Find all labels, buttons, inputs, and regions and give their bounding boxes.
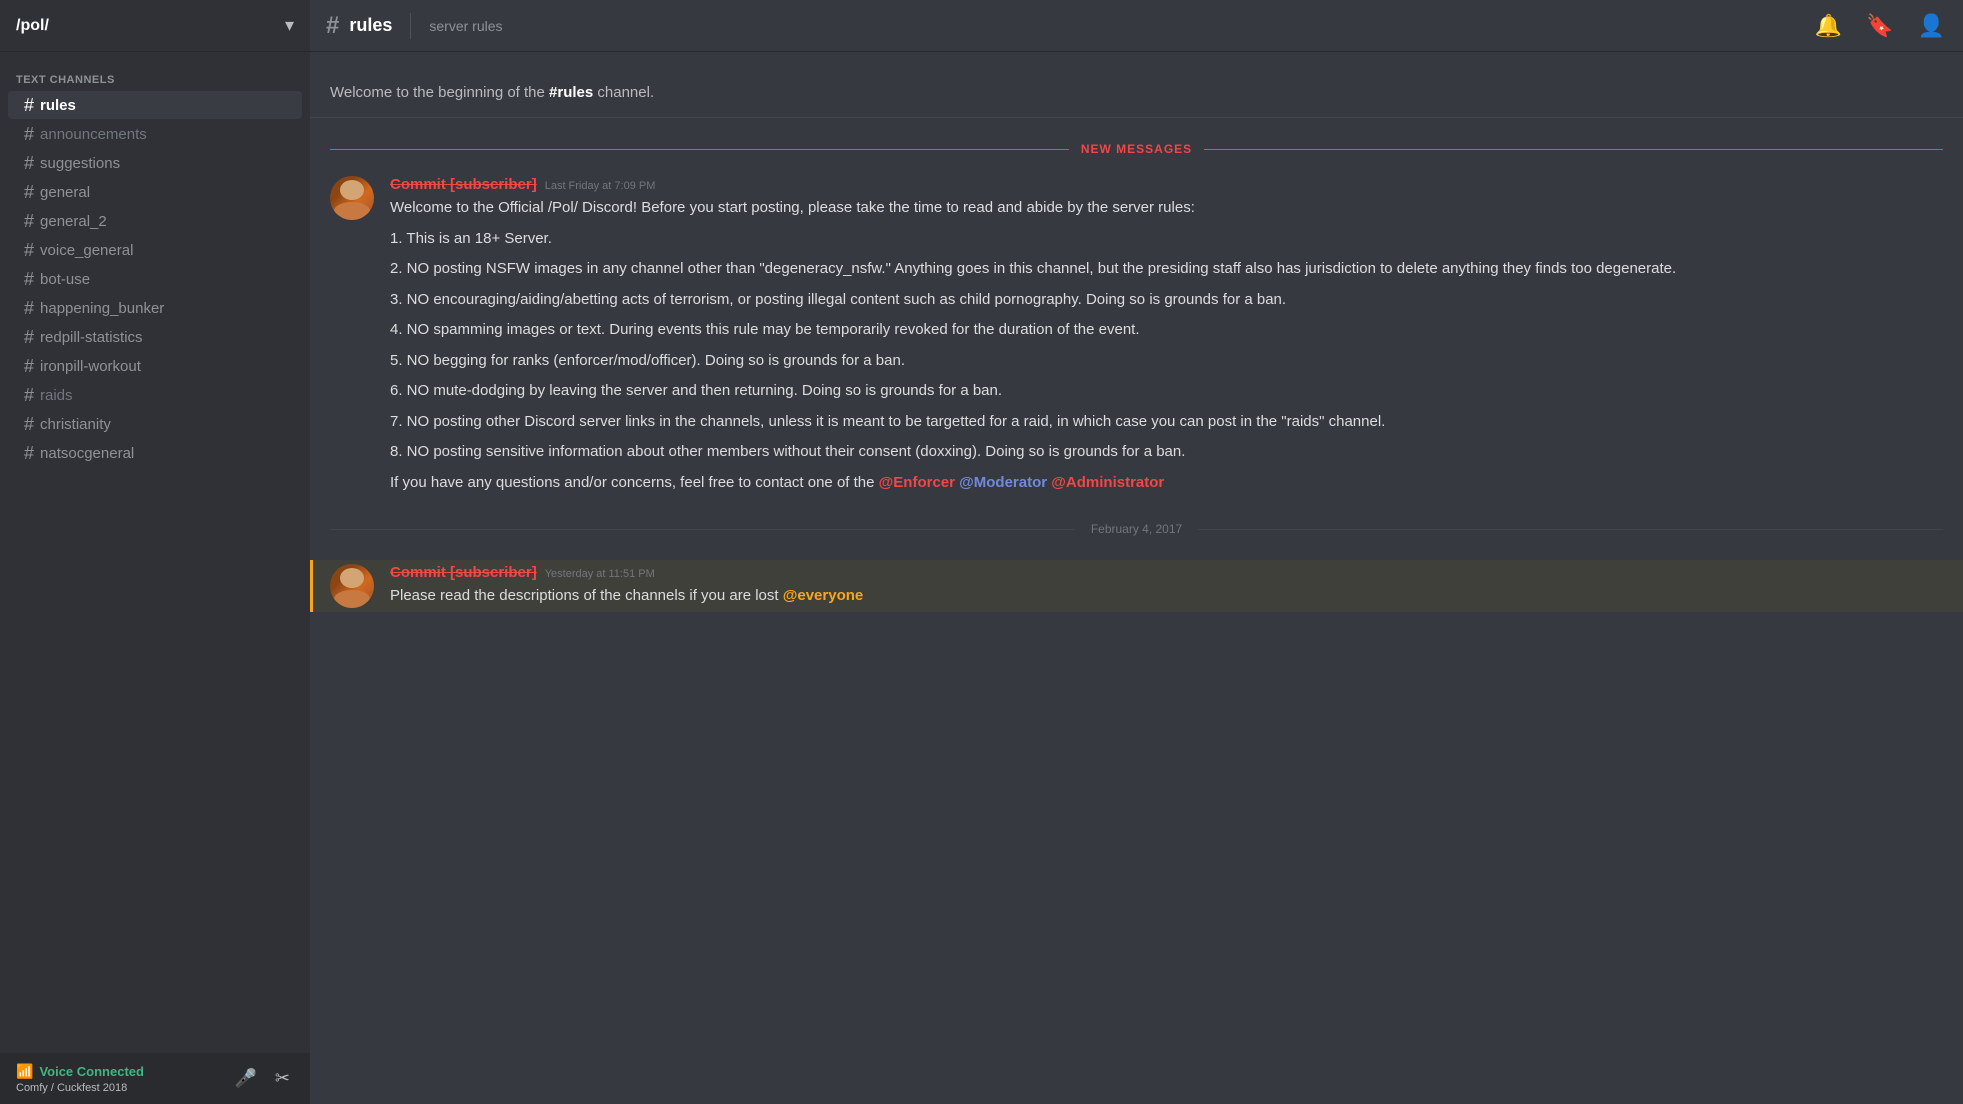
sidebar-item-natsocgeneral[interactable]: # natsocgeneral	[8, 439, 302, 467]
server-name: /pol/	[16, 17, 285, 35]
header-divider	[410, 13, 411, 39]
text-channels-label: TEXT CHANNELS	[0, 68, 310, 90]
hash-icon: #	[24, 415, 34, 433]
hash-icon: #	[24, 357, 34, 375]
sidebar-item-voice-general[interactable]: # voice_general	[8, 236, 302, 264]
sidebar: /pol/ ▾ TEXT CHANNELS # rules # announce…	[0, 0, 310, 1104]
sidebar-item-general[interactable]: # general	[8, 178, 302, 206]
sidebar-item-rules[interactable]: # rules	[8, 91, 302, 119]
hash-icon: #	[24, 183, 34, 201]
microphone-icon[interactable]: 🎤	[230, 1064, 260, 1093]
mention-enforcer: @Enforcer	[879, 474, 955, 491]
main-content: # rules server rules 🔔 🔖 👤 Welcome to th…	[310, 0, 1963, 1104]
new-messages-divider: NEW MESSAGES	[310, 134, 1963, 164]
timestamp-2: Yesterday at 11:51 PM	[545, 568, 655, 580]
chevron-down-icon: ▾	[285, 15, 294, 36]
channel-name-general-2: general_2	[40, 213, 107, 230]
sidebar-item-raids[interactable]: # raids	[8, 381, 302, 409]
date-divider: February 4, 2017	[310, 514, 1963, 544]
divider-line-left	[330, 149, 1069, 150]
header-topic: server rules	[429, 18, 502, 34]
voice-panel: 📶 Voice Connected Comfy / Cuckfest 2018 …	[0, 1053, 310, 1104]
sidebar-item-general-2[interactable]: # general_2	[8, 207, 302, 235]
avatar-1	[330, 176, 374, 220]
hash-icon: #	[24, 154, 34, 172]
intro-channel-name: #rules	[549, 84, 593, 101]
voice-status: 📶 Voice Connected	[16, 1063, 144, 1080]
hash-icon: #	[24, 270, 34, 288]
message-header-1: Commit [subscriber] Last Friday at 7:09 …	[390, 176, 1943, 193]
username-1: Commit [subscriber]	[390, 176, 537, 193]
channel-name-voice-general: voice_general	[40, 242, 133, 259]
message-text-2: Please read the descriptions of the chan…	[390, 585, 1943, 608]
channel-name-happening-bunker: happening_bunker	[40, 300, 164, 317]
mention-moderator: @Moderator	[959, 474, 1047, 491]
channel-name-bot-use: bot-use	[40, 271, 90, 288]
sidebar-item-bot-use[interactable]: # bot-use	[8, 265, 302, 293]
header-channel-name: rules	[349, 15, 392, 36]
date-line-left	[330, 529, 1075, 530]
bookmark-icon[interactable]: 🔖	[1864, 11, 1895, 41]
channel-name-announcements: announcements	[40, 126, 147, 143]
sidebar-item-suggestions[interactable]: # suggestions	[8, 149, 302, 177]
channel-header: # rules server rules 🔔 🔖 👤	[310, 0, 1963, 52]
sidebar-item-christianity[interactable]: # christianity	[8, 410, 302, 438]
hash-icon: #	[24, 96, 34, 114]
header-hash-icon: #	[326, 12, 339, 40]
message-header-2: Commit [subscriber] Yesterday at 11:51 P…	[390, 564, 1943, 581]
divider-line-right	[1204, 149, 1943, 150]
new-messages-label: NEW MESSAGES	[1069, 142, 1204, 156]
channel-name-suggestions: suggestions	[40, 155, 120, 172]
sidebar-item-redpill-statistics[interactable]: # redpill-statistics	[8, 323, 302, 351]
sidebar-item-announcements[interactable]: # announcements	[8, 120, 302, 148]
sidebar-item-ironpill-workout[interactable]: # ironpill-workout	[8, 352, 302, 380]
header-icons: 🔔 🔖 👤	[1813, 11, 1947, 41]
channel-intro: Welcome to the beginning of the #rules c…	[310, 68, 1963, 118]
channel-name-redpill-statistics: redpill-statistics	[40, 329, 143, 346]
message-content-1: Commit [subscriber] Last Friday at 7:09 …	[390, 176, 1943, 494]
username-2: Commit [subscriber]	[390, 564, 537, 581]
channel-name-rules: rules	[40, 97, 76, 114]
mention-administrator: @Administrator	[1051, 474, 1164, 491]
sidebar-item-happening-bunker[interactable]: # happening_bunker	[8, 294, 302, 322]
message-group-2: Commit [subscriber] Yesterday at 11:51 P…	[310, 560, 1963, 612]
channel-name-raids: raids	[40, 387, 73, 404]
mention-everyone: @everyone	[783, 587, 864, 604]
signal-bars-icon: 📶	[16, 1063, 33, 1080]
hash-icon: #	[24, 328, 34, 346]
message-content-2: Commit [subscriber] Yesterday at 11:51 P…	[390, 564, 1943, 608]
channel-name-ironpill-workout: ironpill-workout	[40, 358, 141, 375]
hash-icon: #	[24, 212, 34, 230]
channel-name-natsocgeneral: natsocgeneral	[40, 445, 134, 462]
channel-name-christianity: christianity	[40, 416, 111, 433]
hash-icon: #	[24, 241, 34, 259]
voice-actions: 🎤 ✂	[230, 1064, 294, 1093]
message-text-1: Welcome to the Official /Pol/ Discord! B…	[390, 197, 1943, 494]
members-icon[interactable]: 👤	[1916, 11, 1947, 41]
hash-icon: #	[24, 125, 34, 143]
voice-info: 📶 Voice Connected Comfy / Cuckfest 2018	[16, 1063, 144, 1094]
avatar-2	[330, 564, 374, 608]
date-label: February 4, 2017	[1075, 522, 1198, 536]
messages-area[interactable]: Welcome to the beginning of the #rules c…	[310, 52, 1963, 1104]
message-group-1: Commit [subscriber] Last Friday at 7:09 …	[310, 172, 1963, 498]
hash-icon: #	[24, 444, 34, 462]
channels-section: TEXT CHANNELS # rules # announcements # …	[0, 52, 310, 1053]
server-header[interactable]: /pol/ ▾	[0, 0, 310, 52]
hash-icon: #	[24, 299, 34, 317]
notification-bell-icon[interactable]: 🔔	[1813, 11, 1844, 41]
hash-icon: #	[24, 386, 34, 404]
voice-channel-name: Comfy / Cuckfest 2018	[16, 1082, 144, 1094]
timestamp-1: Last Friday at 7:09 PM	[545, 180, 656, 192]
disconnect-icon[interactable]: ✂	[271, 1064, 294, 1093]
date-line-right	[1198, 529, 1943, 530]
channel-name-general: general	[40, 184, 90, 201]
